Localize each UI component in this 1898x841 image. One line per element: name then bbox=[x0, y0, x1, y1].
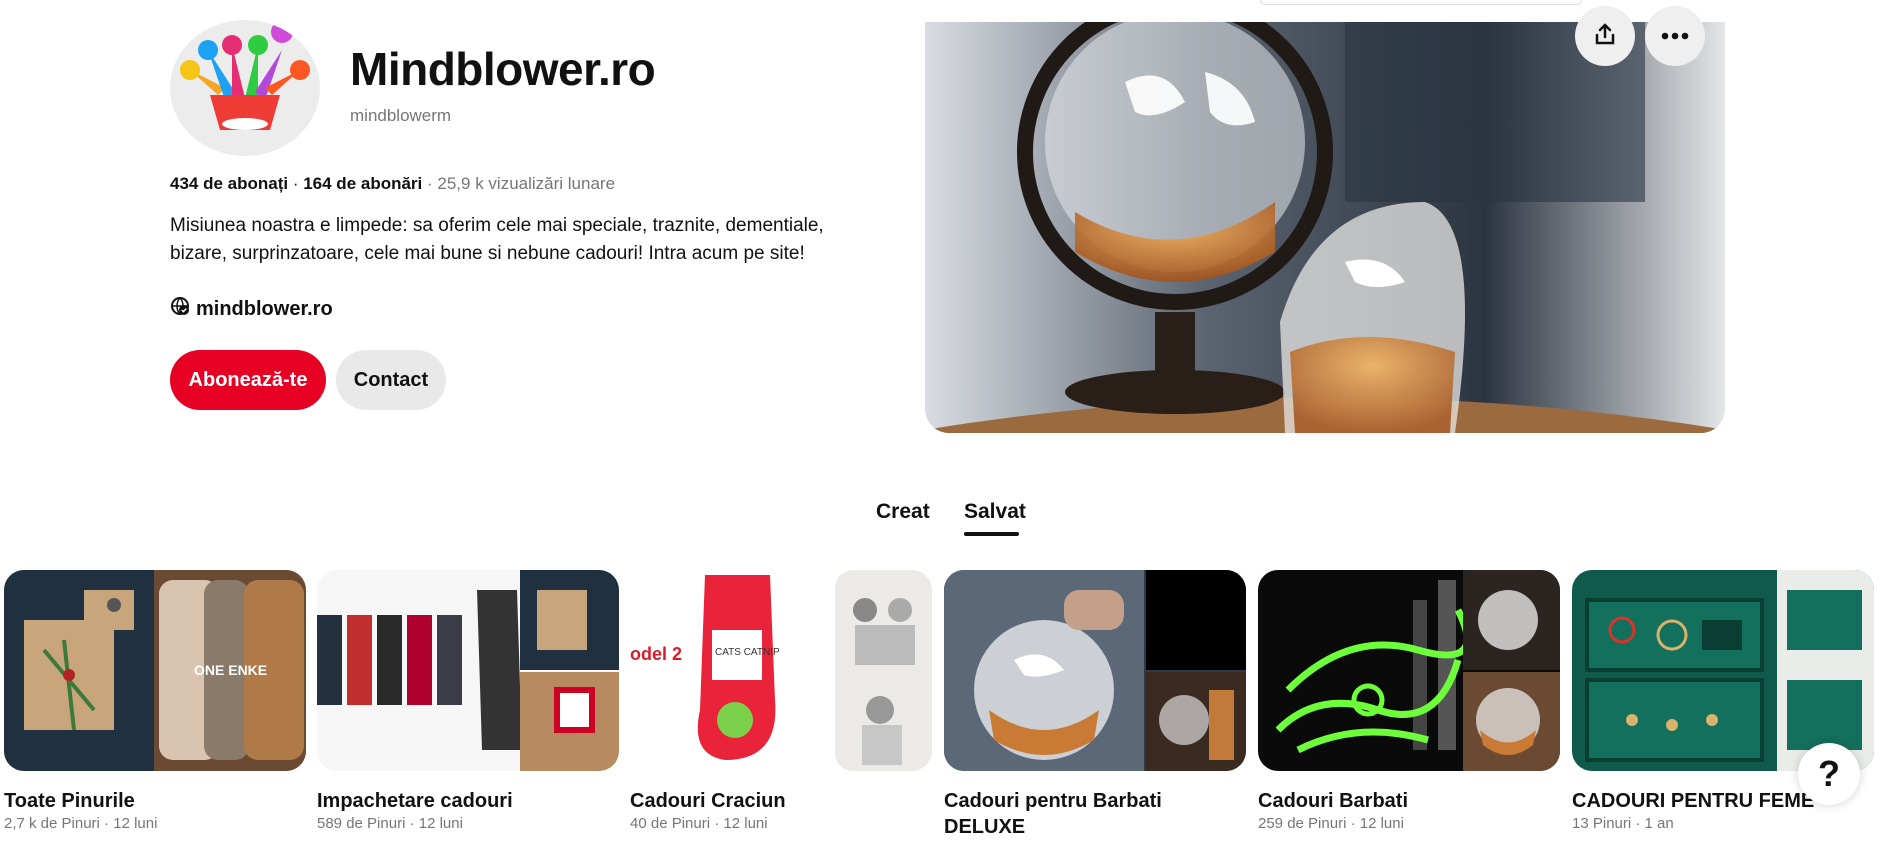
board-card[interactable]: Cadouri pentru Barbati DELUXE bbox=[944, 570, 1246, 840]
following-count[interactable]: 164 de abonări bbox=[303, 174, 422, 193]
board-thumbnail bbox=[1572, 570, 1874, 771]
profile-bio: Misiunea noastra e limpede: sa oferim ce… bbox=[170, 215, 824, 264]
board-title: Toate Pinurile bbox=[4, 790, 135, 812]
profile-name: Mindblower.ro bbox=[350, 43, 656, 95]
profile-handle: mindblowerm bbox=[350, 106, 452, 125]
board-card[interactable]: ONE ENKE Toate Pinurile 2,7 k de Pinuri … bbox=[4, 570, 306, 832]
website-label: mindblower.ro bbox=[196, 297, 333, 320]
active-tab-indicator bbox=[964, 532, 1019, 536]
board-thumbnail: odel 2 CATS CATNIP bbox=[630, 570, 932, 771]
board-thumbnail bbox=[1258, 570, 1560, 771]
followers-count[interactable]: 434 de abonați bbox=[170, 174, 288, 193]
board-thumb-text: ONE ENKE bbox=[194, 662, 267, 678]
board-thumb-text: CATS CATNIP bbox=[715, 647, 780, 658]
monthly-views: 25,9 k vizualizări lunare bbox=[437, 174, 616, 193]
board-thumbnail bbox=[317, 570, 619, 771]
more-options-button[interactable] bbox=[1645, 6, 1705, 66]
website-link[interactable]: mindblower.ro bbox=[170, 296, 333, 322]
board-title: Cadouri Barbati bbox=[1258, 790, 1409, 812]
share-icon bbox=[1593, 22, 1617, 51]
board-card[interactable]: Cadouri Barbati 259 de Pinuri · 12 luni bbox=[1258, 570, 1560, 832]
board-meta: 40 de Pinuri · 12 luni bbox=[630, 815, 768, 832]
profile-stats: 434 de abonați · 164 de abonări · 25,9 k… bbox=[170, 174, 616, 193]
board-title: Cadouri Craciun bbox=[630, 790, 786, 812]
board-thumbnail: ONE ENKE bbox=[4, 570, 306, 771]
board-meta: 2,7 k de Pinuri · 12 luni bbox=[4, 815, 158, 832]
board-meta: 13 Pinuri · 1 an bbox=[1572, 815, 1674, 832]
board-card[interactable]: odel 2 CATS CATNIP Cadouri Craciun 40 de… bbox=[630, 570, 932, 832]
follow-button[interactable]: Abonează-te bbox=[170, 350, 326, 410]
globe-verified-icon bbox=[170, 296, 190, 322]
help-button[interactable]: ? bbox=[1798, 743, 1860, 805]
tab-created[interactable]: Creat bbox=[876, 500, 930, 524]
more-icon bbox=[1661, 27, 1689, 45]
profile-avatar[interactable] bbox=[170, 20, 320, 156]
share-button[interactable] bbox=[1575, 6, 1635, 66]
cover-image bbox=[925, 22, 1725, 433]
search-bar-edge bbox=[1260, 0, 1582, 5]
board-thumbnail bbox=[944, 570, 1246, 771]
board-meta: 259 de Pinuri · 12 luni bbox=[1258, 815, 1404, 832]
tab-saved[interactable]: Salvat bbox=[964, 500, 1026, 524]
board-title: Cadouri pentru Barbati DELUXE bbox=[944, 790, 1162, 838]
board-thumb-text: odel 2 bbox=[630, 644, 682, 664]
board-card[interactable]: Impachetare cadouri 589 de Pinuri · 12 l… bbox=[317, 570, 619, 832]
board-meta: 589 de Pinuri · 12 luni bbox=[317, 815, 463, 832]
contact-button[interactable]: Contact bbox=[336, 350, 446, 410]
board-title: Impachetare cadouri bbox=[317, 790, 513, 812]
help-icon: ? bbox=[1818, 753, 1840, 794]
